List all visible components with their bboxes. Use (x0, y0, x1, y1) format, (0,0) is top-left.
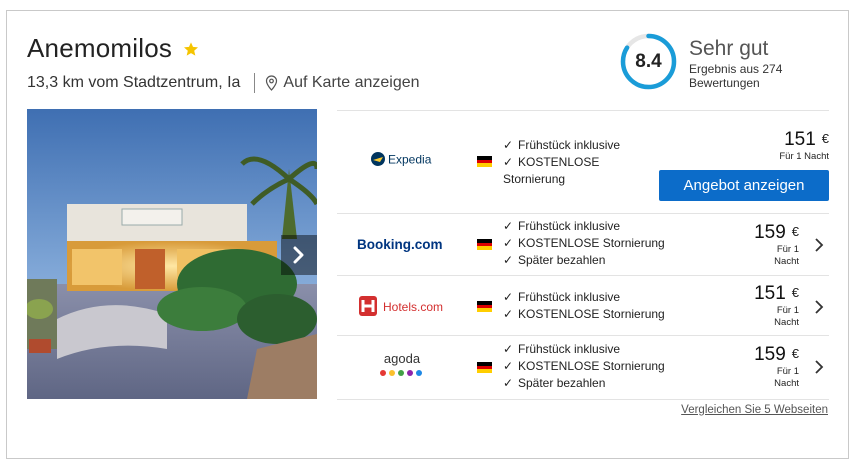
check-icon: ✓ (503, 290, 514, 304)
feature-text: Später bezahlen (518, 253, 606, 267)
offer-price: 151 (754, 283, 786, 304)
rating-count: Ergebnis aus 274 Bewertungen (689, 62, 783, 90)
per-night-label-2: Nacht (774, 317, 799, 328)
hotel-result-card: Anemomilos 13,3 km vom Stadtzentrum, Ia … (6, 10, 849, 459)
feature-text: KOSTENLOSE Stornierung (518, 359, 665, 373)
agoda-logo-text: agoda (384, 352, 421, 366)
per-night-label: Für 1 Nacht (779, 151, 829, 162)
feature-text: Später bezahlen (518, 376, 606, 390)
offer-features: ✓ Frühstück inklusive ✓ KOSTENLOSE Stornie… (503, 137, 620, 188)
offer-row-agoda[interactable]: agoda ✓ Frühstück inklusive ✓ KOSTENLOSE S… (337, 335, 829, 400)
expedia-logo: Expedia (337, 151, 467, 167)
offer-features: ✓ Frühstück inklusive ✓ KOSTENLOSE Stornie… (503, 341, 665, 392)
german-flag-icon (477, 362, 492, 373)
offer-currency: € (791, 224, 799, 239)
hotel-title-row: Anemomilos (27, 33, 199, 64)
offer-list: Expedia ✓ Frühstück inklusive ✓ KOSTENLOSE… (337, 110, 829, 400)
offer-price-block: 159 € Für 1 Nacht (754, 344, 799, 390)
check-icon: ✓ (503, 219, 514, 233)
offer-features: ✓ Frühstück inklusive ✓ KOSTENLOSE Stornie… (503, 289, 665, 323)
check-icon: ✓ (503, 253, 514, 267)
agoda-logo: agoda (337, 352, 467, 378)
offer-price-block: 151 € Für 1 Nacht (754, 283, 799, 329)
feature-text: Frühstück inklusive (518, 290, 621, 304)
divider (254, 73, 256, 93)
german-flag-icon (477, 239, 492, 250)
offer-currency: € (791, 346, 799, 361)
per-night-label: Für 1 (776, 366, 799, 377)
feature-text: KOSTENLOSE (518, 155, 600, 169)
chevron-right-icon (293, 246, 304, 264)
hotel-name[interactable]: Anemomilos (27, 33, 172, 64)
check-icon: ✓ (503, 376, 514, 390)
per-night-label-2: Nacht (774, 378, 799, 389)
offer-price: 159 (754, 344, 786, 365)
chevron-right-icon[interactable] (813, 300, 825, 314)
hotels-logo: Hotels.com (337, 296, 467, 316)
check-icon: ✓ (503, 138, 514, 152)
hotel-image (27, 109, 317, 399)
check-icon: ✓ (503, 359, 514, 373)
per-night-label: Für 1 (776, 244, 799, 255)
booking-logo-text: Booking.com (357, 237, 443, 252)
check-icon: ✓ (503, 342, 514, 356)
offer-currency: € (821, 131, 829, 146)
show-on-map-link[interactable]: Auf Karte anzeigen (283, 74, 419, 92)
per-night-label-2: Nacht (774, 256, 799, 267)
chevron-right-icon[interactable] (813, 238, 825, 252)
star-icon (184, 41, 199, 56)
feature-text: Stornierung (503, 172, 566, 186)
check-icon: ✓ (503, 236, 514, 250)
expedia-logo-text: Expedia (388, 153, 432, 167)
offer-features: ✓ Frühstück inklusive ✓ KOSTENLOSE Stornie… (503, 218, 665, 269)
feature-text: KOSTENLOSE Stornierung (518, 236, 665, 250)
map-pin-icon (266, 75, 278, 91)
show-offer-button[interactable]: Angebot anzeigen (659, 170, 829, 201)
offer-row-expedia[interactable]: Expedia ✓ Frühstück inklusive ✓ KOSTENLOSE… (337, 110, 829, 213)
german-flag-icon (477, 301, 492, 312)
compare-websites-link[interactable]: Vergleichen Sie 5 Webseiten (681, 404, 828, 416)
offer-currency: € (791, 285, 799, 300)
offer-row-hotels[interactable]: Hotels.com ✓ Frühstück inklusive ✓ KOSTENL… (337, 275, 829, 335)
per-night-label: Für 1 (776, 305, 799, 316)
booking-logo: Booking.com (337, 236, 467, 252)
hotels-logo-text: Hotels.com (383, 300, 443, 314)
feature-text: Frühstück inklusive (518, 138, 621, 152)
offer-price: 159 (754, 222, 786, 243)
rating-ring: 8.4 (620, 33, 677, 90)
distance-text: 13,3 km vom Stadtzentrum, Ia (27, 74, 241, 91)
check-icon: ✓ (503, 155, 514, 169)
feature-text: Frühstück inklusive (518, 219, 621, 233)
german-flag-icon (477, 156, 492, 167)
feature-text: KOSTENLOSE Stornierung (518, 307, 665, 321)
feature-text: Frühstück inklusive (518, 342, 621, 356)
rating-score: 8.4 (635, 51, 662, 72)
offer-row-booking[interactable]: Booking.com ✓ Frühstück inklusive ✓ KOSTEN… (337, 213, 829, 275)
gallery-next-button[interactable] (281, 235, 317, 275)
hotel-location-row: 13,3 km vom Stadtzentrum, Ia Auf Karte a… (27, 73, 420, 93)
offer-price-block: 151 € Für 1 Nacht (779, 129, 829, 163)
check-icon: ✓ (503, 307, 514, 321)
chevron-right-icon[interactable] (813, 360, 825, 374)
rating-block[interactable]: 8.4 Sehr gut Ergebnis aus 274 Bewertunge… (620, 33, 799, 90)
rating-label: Sehr gut (689, 37, 769, 60)
offer-price: 151 (784, 129, 816, 150)
offer-price-block: 159 € Für 1 Nacht (754, 222, 799, 268)
hotel-photo[interactable] (27, 109, 317, 399)
